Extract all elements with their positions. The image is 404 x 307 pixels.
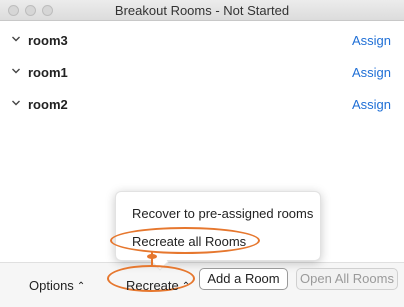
recover-preassigned-item[interactable]: Recover to pre-assigned rooms: [132, 206, 313, 221]
assign-link[interactable]: Assign: [352, 65, 391, 80]
recreate-label: Recreate: [126, 278, 179, 293]
recreate-button[interactable]: Recreate ⌃: [126, 278, 190, 293]
room-row[interactable]: room2 Assign: [0, 94, 404, 116]
room-name: room3: [28, 33, 68, 48]
chevron-down-icon[interactable]: [12, 99, 20, 107]
chevron-down-icon[interactable]: [12, 35, 20, 43]
room-row[interactable]: room3 Assign: [0, 30, 404, 52]
chevron-up-icon: ⌃: [76, 281, 86, 292]
room-name: room1: [28, 65, 68, 80]
title-bar: Breakout Rooms - Not Started: [0, 0, 404, 21]
chevron-up-icon: ⌃: [181, 281, 191, 292]
options-label: Options: [29, 278, 74, 293]
chevron-down-icon[interactable]: [12, 67, 20, 75]
options-button[interactable]: Options ⌃: [29, 278, 85, 293]
highlight-connector-cap: [147, 254, 157, 259]
room-row[interactable]: room1 Assign: [0, 62, 404, 84]
assign-link[interactable]: Assign: [352, 97, 391, 112]
add-room-button[interactable]: Add a Room: [199, 268, 288, 290]
open-all-rooms-button[interactable]: Open All Rooms: [296, 268, 398, 290]
room-name: room2: [28, 97, 68, 112]
assign-link[interactable]: Assign: [352, 33, 391, 48]
highlight-ring-menu-item: [110, 227, 260, 254]
window-title: Breakout Rooms - Not Started: [114, 3, 290, 18]
